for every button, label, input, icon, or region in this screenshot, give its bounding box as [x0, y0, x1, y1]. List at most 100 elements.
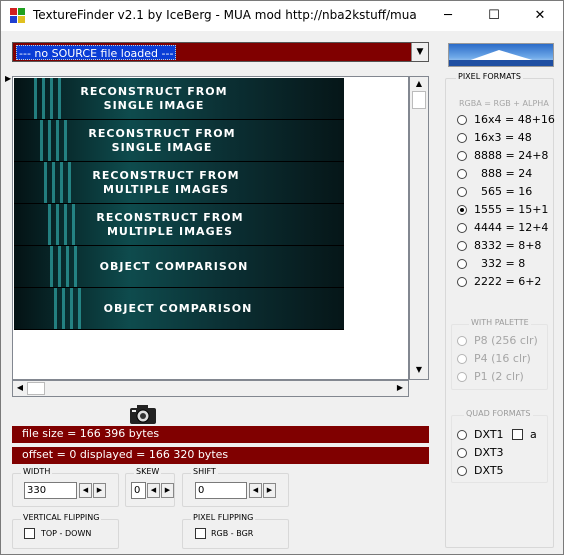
with-palette-group: WITH PALETTE P8 (256 clr) P4 (16 clr) P1…	[451, 318, 548, 390]
format-label: 4444 = 12+4	[474, 221, 549, 234]
minimize-button[interactable]: ─	[425, 1, 471, 31]
rgba-note: RGBA = RGB + ALPHA	[459, 99, 549, 108]
format-radio-2222[interactable]	[457, 277, 467, 287]
texture-band: RECONSTRUCT FROM MULTIPLE IMAGES	[14, 204, 344, 246]
source-file-select[interactable]: --- no SOURCE file loaded --- ▼	[12, 42, 429, 62]
skew-decrease-icon[interactable]: ◀	[147, 483, 160, 498]
pixel-flipping-group: PIXEL FLIPPING RGB - BGR	[182, 513, 289, 549]
format-radio-4444[interactable]	[457, 223, 467, 233]
maximize-button[interactable]: ☐	[471, 1, 517, 31]
format-label: 565 = 16	[474, 185, 533, 198]
texture-text: RECONSTRUCT FROM SINGLE IMAGE	[80, 85, 228, 112]
texture-viewer[interactable]: RECONSTRUCT FROM SINGLE IMAGE RECONSTRUCT…	[12, 76, 409, 380]
pixel-flipping-label: PIXEL FLIPPING	[191, 513, 256, 522]
shift-label: SHIFT	[191, 467, 218, 476]
texture-band: RECONSTRUCT FROM SINGLE IMAGE	[14, 120, 344, 162]
palette-radio-p8[interactable]	[457, 336, 467, 346]
quad-radio-dxt1[interactable]	[457, 430, 467, 440]
format-label: 8332 = 8+8	[474, 239, 542, 252]
vertical-flipping-group: VERTICAL FLIPPING TOP - DOWN	[12, 513, 119, 549]
close-button[interactable]: ✕	[517, 1, 563, 31]
texture-image: RECONSTRUCT FROM SINGLE IMAGE RECONSTRUCT…	[14, 78, 344, 330]
texture-text: RECONSTRUCT FROM SINGLE IMAGE	[88, 127, 236, 154]
horizontal-scroll-thumb[interactable]	[27, 382, 45, 395]
format-radio-16x4[interactable]	[457, 115, 467, 125]
format-label-selected: 1555 = 15+1	[474, 203, 549, 216]
quad-formats-label: QUAD FORMATS	[464, 409, 533, 418]
alpha-checkbox[interactable]	[512, 429, 523, 440]
shift-group: SHIFT 0 ◀ ▶	[182, 467, 289, 507]
iceberg-logo	[448, 43, 554, 67]
scroll-up-icon[interactable]: ▲	[413, 79, 425, 88]
format-radio-8332[interactable]	[457, 241, 467, 251]
scroll-left-icon[interactable]: ◀	[15, 383, 25, 392]
texture-band: RECONSTRUCT FROM SINGLE IMAGE	[14, 78, 344, 120]
quad-label: DXT3	[474, 446, 504, 459]
format-label: 16x3 = 48	[474, 131, 532, 144]
chevron-down-icon[interactable]: ▼	[411, 43, 428, 61]
scroll-down-icon[interactable]: ▼	[413, 365, 425, 374]
row-marker-icon: ▶	[5, 74, 12, 83]
palette-label: P1 (2 clr)	[474, 370, 524, 383]
app-window: TextureFinder v2.1 by IceBerg - MUA mod …	[0, 0, 564, 555]
width-label: WIDTH	[21, 467, 53, 476]
format-radio-1555[interactable]	[457, 205, 467, 215]
quad-radio-dxt5[interactable]	[457, 466, 467, 476]
format-label: 332 = 8	[474, 257, 526, 270]
texture-text: RECONSTRUCT FROM MULTIPLE IMAGES	[96, 211, 244, 238]
skew-group: SKEW 0 ◀ ▶	[125, 467, 175, 507]
format-radio-8888[interactable]	[457, 151, 467, 161]
vertical-scrollbar[interactable]: ▲ ▼	[409, 76, 429, 380]
format-radio-332[interactable]	[457, 259, 467, 269]
skew-increase-icon[interactable]: ▶	[161, 483, 174, 498]
rgb-bgr-label: RGB - BGR	[211, 529, 254, 538]
alpha-label: a	[530, 428, 537, 441]
shift-input[interactable]: 0	[195, 482, 247, 499]
format-label: 888 = 24	[474, 167, 533, 180]
vertical-scroll-thumb[interactable]	[412, 91, 426, 109]
width-group: WIDTH 330 ◀ ▶	[12, 467, 119, 507]
width-increase-icon[interactable]: ▶	[93, 483, 106, 498]
format-label: 2222 = 6+2	[474, 275, 542, 288]
quad-formats-group: QUAD FORMATS DXT1 a DXT3 DXT5	[451, 409, 548, 483]
palette-radio-p4[interactable]	[457, 354, 467, 364]
camera-icon[interactable]	[128, 403, 158, 425]
texture-band: OBJECT COMPARISON	[14, 246, 344, 288]
skew-input[interactable]: 0	[131, 482, 146, 499]
vertical-flipping-label: VERTICAL FLIPPING	[21, 513, 102, 522]
scroll-right-icon[interactable]: ▶	[395, 383, 405, 392]
format-radio-888[interactable]	[457, 169, 467, 179]
top-down-checkbox[interactable]	[24, 528, 35, 539]
texture-text: OBJECT COMPARISON	[99, 260, 249, 273]
top-down-label: TOP - DOWN	[41, 529, 92, 538]
offset-info: offset = 0 displayed = 166 320 bytes	[12, 447, 429, 464]
palette-label: P4 (16 clr)	[474, 352, 531, 365]
palette-radio-p1[interactable]	[457, 372, 467, 382]
shift-decrease-icon[interactable]: ◀	[249, 483, 262, 498]
palette-label: P8 (256 clr)	[474, 334, 538, 347]
format-label: 8888 = 24+8	[474, 149, 549, 162]
file-size-info: file size = 166 396 bytes	[12, 426, 429, 443]
format-radio-565[interactable]	[457, 187, 467, 197]
with-palette-label: WITH PALETTE	[469, 318, 531, 327]
width-decrease-icon[interactable]: ◀	[79, 483, 92, 498]
rgb-bgr-checkbox[interactable]	[195, 528, 206, 539]
source-file-value: --- no SOURCE file loaded ---	[16, 45, 177, 60]
shift-increase-icon[interactable]: ▶	[263, 483, 276, 498]
sea-shape	[449, 60, 553, 66]
quad-radio-dxt3[interactable]	[457, 448, 467, 458]
pixel-formats-label: PIXEL FORMATS	[456, 72, 523, 81]
texture-band: RECONSTRUCT FROM MULTIPLE IMAGES	[14, 162, 344, 204]
texture-text: RECONSTRUCT FROM MULTIPLE IMAGES	[92, 169, 240, 196]
texture-text: OBJECT COMPARISON	[103, 302, 253, 315]
window-title: TextureFinder v2.1 by IceBerg - MUA mod …	[33, 8, 417, 22]
quad-label: DXT5	[474, 464, 504, 477]
title-bar: TextureFinder v2.1 by IceBerg - MUA mod …	[1, 1, 563, 31]
skew-label: SKEW	[134, 467, 162, 476]
format-label: 16x4 = 48+16	[474, 113, 555, 126]
texture-band: OBJECT COMPARISON	[14, 288, 344, 330]
width-input[interactable]: 330	[24, 482, 77, 499]
horizontal-scrollbar[interactable]: ◀ ▶	[12, 380, 409, 397]
format-radio-16x3[interactable]	[457, 133, 467, 143]
quad-label: DXT1	[474, 428, 504, 441]
